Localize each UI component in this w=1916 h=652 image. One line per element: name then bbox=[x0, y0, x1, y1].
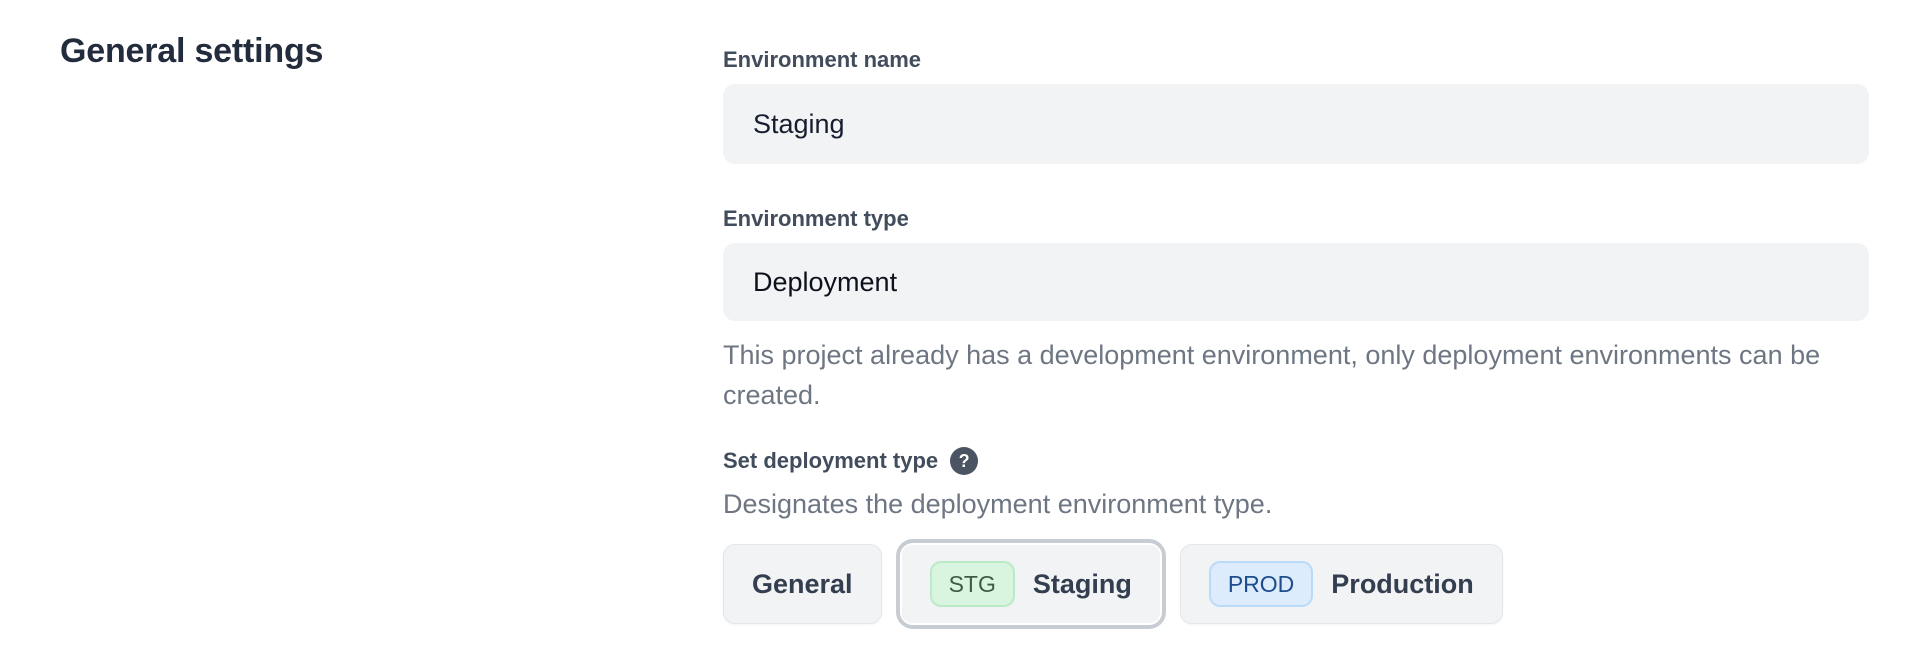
set-deployment-type-label: Set deployment type bbox=[723, 447, 938, 475]
environment-type-input[interactable] bbox=[723, 243, 1869, 321]
environment-name-input[interactable] bbox=[723, 84, 1869, 164]
deployment-type-description: Designates the deployment environment ty… bbox=[723, 487, 1869, 521]
deployment-type-options: General STG Staging PROD Production bbox=[723, 539, 1869, 629]
question-mark-help-icon[interactable]: ? bbox=[950, 447, 978, 475]
deployment-type-option-production-label: Production bbox=[1331, 569, 1474, 600]
environment-type-help-text: This project already has a development e… bbox=[723, 335, 1869, 415]
stg-badge: STG bbox=[930, 561, 1015, 607]
environment-name-label: Environment name bbox=[723, 46, 1869, 74]
deployment-type-option-general[interactable]: General bbox=[723, 544, 882, 624]
deployment-type-option-staging-button[interactable]: STG Staging bbox=[902, 545, 1160, 623]
prod-badge: PROD bbox=[1209, 561, 1313, 607]
deployment-type-option-staging-label: Staging bbox=[1033, 569, 1132, 600]
deployment-type-option-general-label: General bbox=[752, 569, 853, 600]
deployment-type-option-production[interactable]: PROD Production bbox=[1180, 544, 1503, 624]
settings-form: Environment name Environment type This p… bbox=[723, 46, 1869, 629]
general-settings-page: General settings Environment name Enviro… bbox=[0, 0, 1916, 652]
environment-type-label: Environment type bbox=[723, 205, 1869, 233]
page-title: General settings bbox=[60, 32, 323, 71]
deployment-type-option-staging[interactable]: STG Staging bbox=[896, 539, 1166, 629]
